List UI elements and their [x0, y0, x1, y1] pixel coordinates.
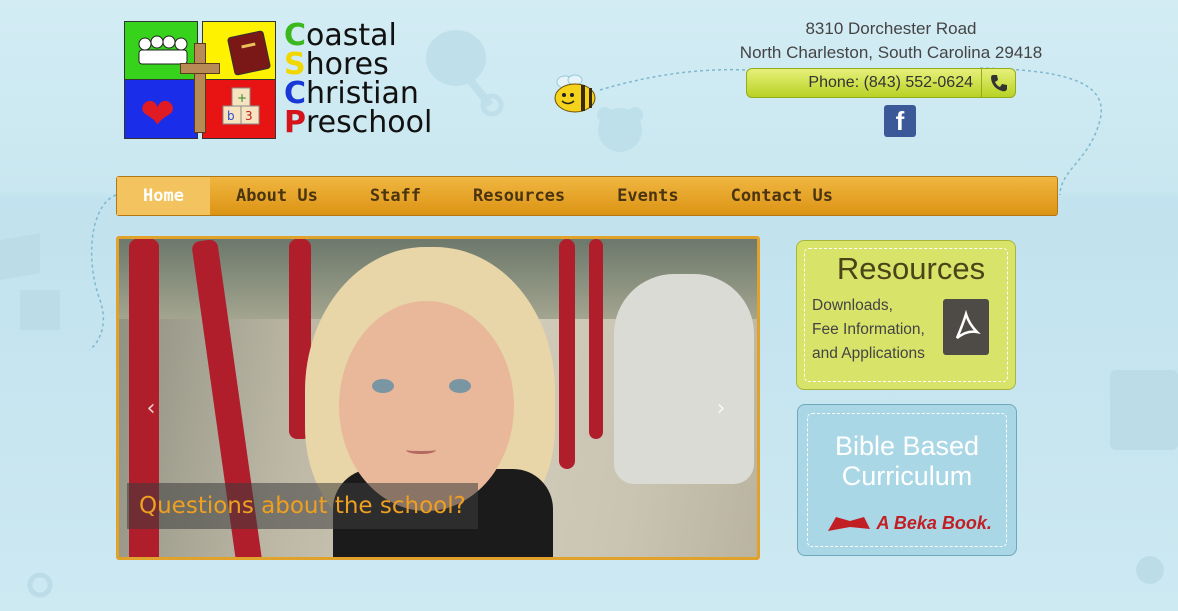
bible-title-line-2: Curriculum [841, 461, 973, 491]
open-book-icon [828, 517, 871, 532]
resources-box[interactable]: Resources Downloads, Fee Information, an… [796, 240, 1016, 390]
heart-icon: ❤ [140, 89, 176, 138]
resources-line-3: and Applications [812, 345, 925, 362]
slider-prev-button[interactable]: ‹ [139, 394, 163, 422]
logo-letter-p: P [284, 105, 306, 140]
image-slider[interactable]: ‹ › Questions about the school? [116, 236, 760, 560]
nav-contact-us[interactable]: Contact Us [705, 177, 859, 215]
logo-text: Coastal Shores Christian Preschool [284, 21, 433, 140]
facebook-icon[interactable]: f [884, 105, 916, 137]
pdf-icon [943, 299, 989, 355]
playground-slide [614, 274, 754, 484]
nav-staff[interactable]: Staff [344, 177, 447, 215]
abeka-brand-text: A Beka Book. [876, 513, 992, 533]
address-line-2: North Charleston, South Carolina 29418 [739, 43, 1043, 62]
bible-curriculum-box[interactable]: Bible Based Curriculum A Beka Book. [797, 404, 1017, 556]
resources-description: Downloads, Fee Information, and Applicat… [812, 294, 925, 366]
phone-box[interactable]: Phone: (843) 552-0624 [746, 68, 1016, 98]
logo-word-preschool: reschool [306, 105, 433, 140]
nav-home[interactable]: Home [117, 177, 210, 215]
child-eye [449, 379, 471, 393]
child-face [339, 301, 514, 511]
address-block: 8310 Dorchester Road North Charleston, S… [726, 17, 1056, 65]
play-bar [559, 239, 575, 469]
nav-resources[interactable]: Resources [447, 177, 591, 215]
bible-title-line-1: Bible Based [834, 431, 980, 461]
child-mouth [406, 446, 436, 454]
resources-line-1: Downloads, [812, 297, 893, 314]
address-line-1: 8310 Dorchester Road [805, 19, 977, 38]
svg-text:b: b [227, 109, 235, 123]
child-eye [372, 379, 394, 393]
bible-curriculum-title: Bible Based Curriculum [798, 431, 1016, 491]
main-nav: Home About Us Staff Resources Events Con… [116, 176, 1058, 216]
school-logo[interactable]: + b 3 ❤ Coastal Shores Christian Prescho… [124, 21, 432, 145]
cross-icon [194, 43, 206, 133]
abeka-logo: A Beka Book. [820, 513, 998, 534]
nav-about-us[interactable]: About Us [210, 177, 344, 215]
resources-line-2: Fee Information, [812, 321, 925, 338]
abc-blocks-icon: + b 3 [202, 79, 276, 139]
facebook-glyph: f [895, 106, 905, 136]
play-bar [589, 239, 603, 439]
phone-number: Phone: (843) 552-0624 [808, 74, 973, 91]
phone-icon [981, 69, 1015, 97]
slide-caption[interactable]: Questions about the school? [127, 483, 478, 529]
svg-text:3: 3 [245, 109, 253, 123]
nav-events[interactable]: Events [591, 177, 704, 215]
svg-text:+: + [237, 91, 247, 105]
cross-bar [180, 63, 220, 74]
resources-title: Resources [836, 251, 986, 286]
slider-next-button[interactable]: › [709, 394, 733, 422]
bee-icon [553, 74, 597, 114]
